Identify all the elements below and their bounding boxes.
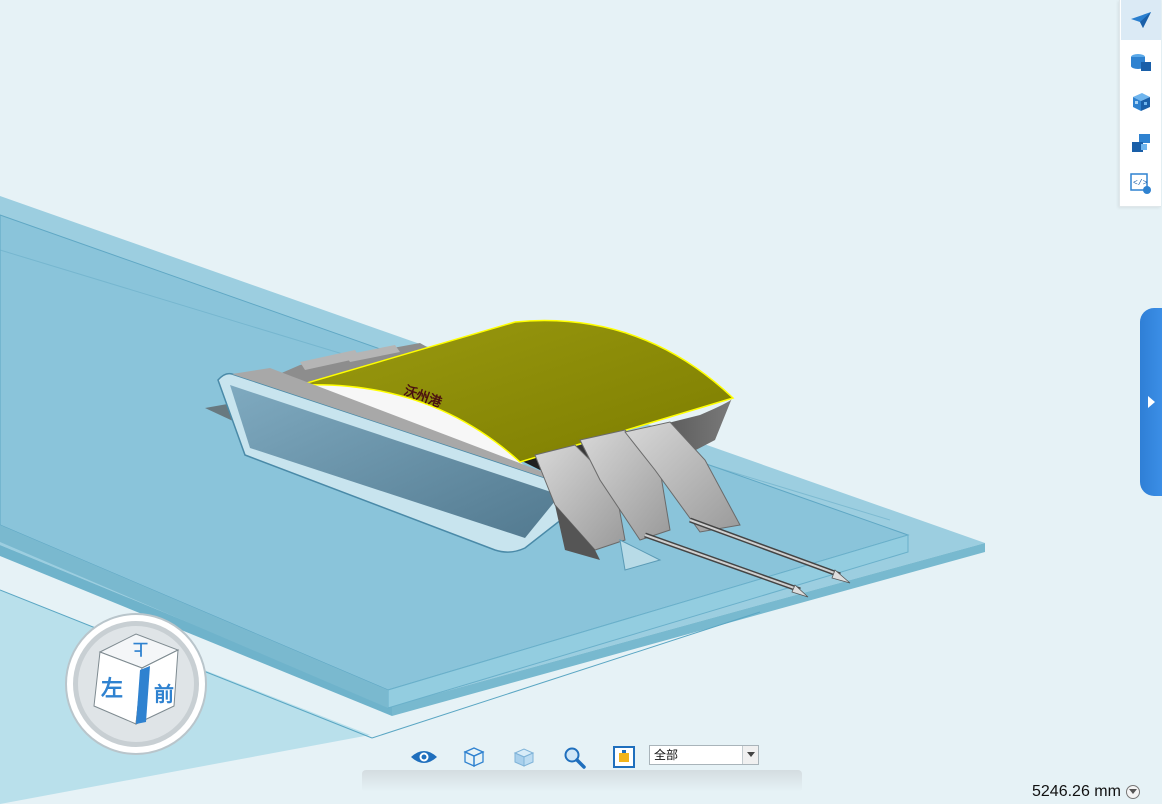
script-button[interactable]: </> <box>1121 164 1161 204</box>
fit-view-button[interactable] <box>609 742 639 772</box>
wireframe-cube-icon <box>463 747 485 768</box>
view-cube[interactable]: 上 左 前 <box>64 612 208 756</box>
shaded-view-button[interactable] <box>509 742 539 772</box>
chevron-down-icon <box>1128 789 1137 794</box>
zoom-icon <box>564 747 586 769</box>
cylinder-box-icon <box>1131 54 1151 71</box>
display-filter-value: 全部 <box>654 748 679 762</box>
display-filter-select[interactable]: 全部 <box>649 745 759 765</box>
scale-value: 5246.26 mm <box>1032 783 1121 800</box>
scale-unit-dropdown[interactable] <box>1125 785 1140 799</box>
toolbar-shadow <box>362 770 802 792</box>
fit-view-icon <box>613 746 635 768</box>
chevron-down-icon <box>746 752 755 757</box>
select-arrow[interactable] <box>742 746 758 764</box>
shaded-cube-icon <box>513 748 535 767</box>
send-button[interactable] <box>1121 0 1161 40</box>
view-cube-left-face[interactable]: 左 <box>101 676 123 701</box>
primitives-button[interactable] <box>1121 42 1161 82</box>
bottom-toolbar: 全部 <box>404 740 764 772</box>
scale-readout: 5246.26 mm <box>1032 782 1140 802</box>
right-toolbar: </> <box>1119 0 1161 207</box>
wireframe-view-button[interactable] <box>459 742 489 772</box>
chevron-right-icon <box>1148 396 1155 408</box>
panel-collapse-tab[interactable] <box>1140 308 1162 496</box>
view-cube-front-face[interactable]: 前 <box>154 682 174 706</box>
assembly-button[interactable] <box>1121 123 1161 163</box>
view-cube-top-face[interactable]: 上 <box>133 640 148 657</box>
code-window-icon: </> <box>1130 173 1151 194</box>
paper-plane-icon <box>1131 12 1151 28</box>
eye-icon <box>411 751 437 763</box>
zoom-button[interactable] <box>559 742 589 772</box>
checkered-cube-icon <box>1133 93 1150 111</box>
material-button[interactable] <box>1121 82 1161 122</box>
visibility-button[interactable] <box>409 742 439 772</box>
layered-cubes-icon <box>1132 134 1150 152</box>
